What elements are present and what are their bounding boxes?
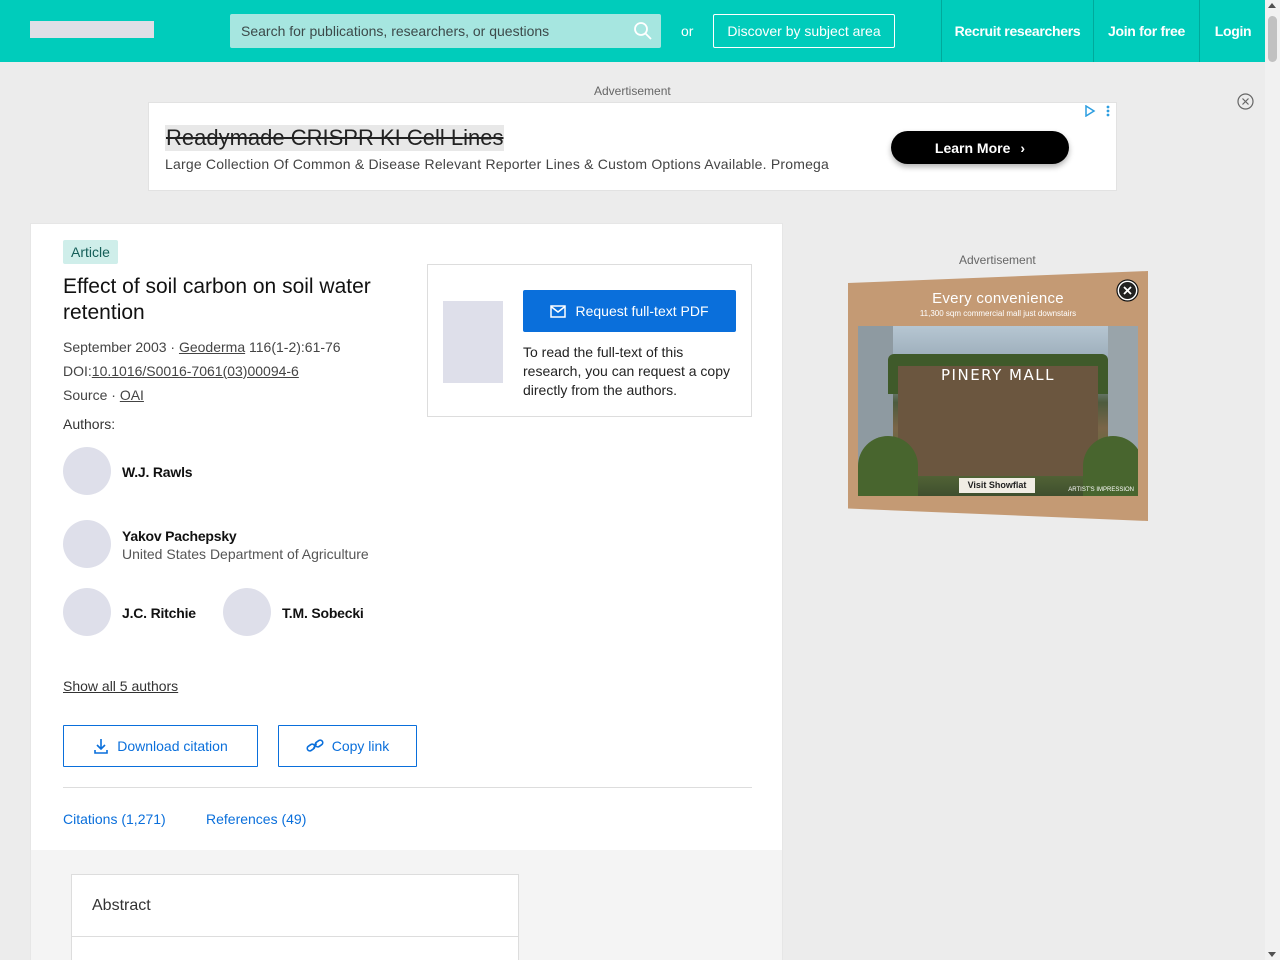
page-scrollbar[interactable] <box>1265 0 1280 960</box>
authors-label: Authors: <box>63 416 116 432</box>
author-name[interactable]: T.M. Sobecki <box>282 605 364 621</box>
abstract-title: Abstract <box>92 897 151 914</box>
scroll-down-arrow-icon[interactable] <box>1268 952 1276 957</box>
site-logo[interactable] <box>30 21 154 38</box>
artist-impression-note: ARTIST'S IMPRESSION <box>1068 487 1134 493</box>
side-ad-headline: Every convenience <box>932 290 1064 307</box>
chevron-right-icon: › <box>1020 139 1026 156</box>
login-link[interactable]: Login <box>1199 0 1266 62</box>
avatar[interactable] <box>223 588 271 636</box>
avatar[interactable] <box>63 520 111 568</box>
side-display-ad[interactable]: Every convenience 11,300 sqm commercial … <box>848 271 1148 521</box>
source-link[interactable]: OAI <box>120 387 144 403</box>
learn-more-button[interactable]: Learn More › <box>891 131 1069 164</box>
tab-citations[interactable]: Citations (1,271) <box>63 811 166 827</box>
search-box[interactable] <box>230 14 661 48</box>
adchoices-icon[interactable] <box>1084 105 1096 117</box>
recruit-researchers-link[interactable]: Recruit researchers <box>941 0 1093 62</box>
top-ad-description: Large Collection Of Common & Disease Rel… <box>165 156 830 172</box>
learn-more-label: Learn More <box>934 139 1011 156</box>
request-fulltext-label: Request full-text PDF <box>575 303 709 319</box>
tab-references[interactable]: References (49) <box>206 811 306 827</box>
publication-date: September 2003 · <box>63 339 179 355</box>
ad-menu-icon[interactable] <box>1106 105 1110 117</box>
or-label: or <box>681 23 694 39</box>
publication-info: September 2003 · Geoderma 116(1-2):61-76 <box>63 339 341 355</box>
side-ad-subheadline: 11,300 sqm commercial mall just downstai… <box>919 309 1077 318</box>
discover-by-subject-button[interactable]: Discover by subject area <box>713 14 895 48</box>
top-banner-ad[interactable]: Readymade CRISPR KI Cell Lines Large Col… <box>148 102 1117 191</box>
request-fulltext-panel: Request full-text PDF To read the full-t… <box>427 264 752 417</box>
join-for-free-link[interactable]: Join for free <box>1093 0 1199 62</box>
top-navigation-bar: or Discover by subject area Recruit rese… <box>0 0 1265 62</box>
side-ad-label: Advertisement <box>959 253 1036 267</box>
close-ad-icon[interactable] <box>1237 93 1254 110</box>
scroll-thumb[interactable] <box>1268 16 1277 62</box>
source-prefix: Source · <box>63 387 120 403</box>
doi-link[interactable]: 10.1016/S0016-7061(03)00094-6 <box>92 363 299 379</box>
mall-name: PINERY MALL <box>941 366 1055 384</box>
avatar[interactable] <box>63 588 111 636</box>
paper-title: Effect of soil carbon on soil water rete… <box>63 275 371 324</box>
mail-icon <box>550 304 567 318</box>
close-side-ad-icon[interactable] <box>1116 279 1139 302</box>
avatar[interactable] <box>63 447 111 495</box>
search-icon[interactable] <box>633 21 653 41</box>
top-ad-label: Advertisement <box>594 84 671 98</box>
article-type-badge: Article <box>63 240 118 264</box>
scroll-up-arrow-icon[interactable] <box>1268 3 1276 8</box>
doi-prefix: DOI: <box>63 363 92 379</box>
download-icon <box>94 739 109 754</box>
search-input[interactable] <box>230 14 630 48</box>
section-divider <box>63 787 752 788</box>
abstract-section: Abstract <box>71 874 519 960</box>
header-nav: Recruit researchers Join for free Login <box>941 0 1266 62</box>
mall-image[interactable]: PINERY MALL Visit Showflat ARTIST'S IMPR… <box>858 326 1138 496</box>
request-fulltext-description: To read the full-text of this research, … <box>523 344 731 398</box>
top-ad-title[interactable]: Readymade CRISPR KI Cell Lines <box>165 125 505 151</box>
volume-pages: 116(1-2):61-76 <box>245 339 341 355</box>
tree-left <box>858 436 918 496</box>
copy-link-label: Copy link <box>331 738 390 754</box>
abstract-divider <box>72 936 518 937</box>
author-name[interactable]: Yakov Pachepsky <box>122 528 237 544</box>
download-citation-label: Download citation <box>117 738 228 754</box>
doi-line: DOI:10.1016/S0016-7061(03)00094-6 <box>63 363 299 379</box>
request-fulltext-button[interactable]: Request full-text PDF <box>523 290 736 332</box>
author-name[interactable]: J.C. Ritchie <box>122 605 196 621</box>
article-card: Article Effect of soil carbon on soil wa… <box>30 223 783 960</box>
journal-link[interactable]: Geoderma <box>179 339 245 355</box>
author-name[interactable]: W.J. Rawls <box>122 464 193 480</box>
link-icon <box>306 739 324 752</box>
source-line: Source · OAI <box>63 387 144 403</box>
visit-showflat-button[interactable]: Visit Showflat <box>959 478 1035 493</box>
author-affiliation: United States Department of Agriculture <box>122 546 369 562</box>
pdf-thumbnail <box>443 301 503 383</box>
copy-link-button[interactable]: Copy link <box>278 725 417 767</box>
show-all-authors-link[interactable]: Show all 5 authors <box>63 678 178 694</box>
download-citation-button[interactable]: Download citation <box>63 725 258 767</box>
